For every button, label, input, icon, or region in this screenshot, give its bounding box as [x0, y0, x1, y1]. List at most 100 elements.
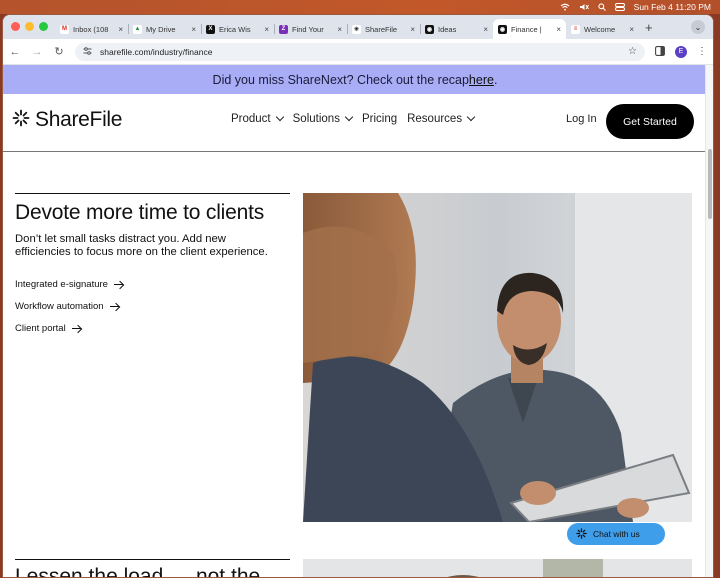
nav-resources[interactable]: Resources: [407, 112, 476, 125]
chevron-down-icon: [344, 112, 354, 122]
hero-title: Devote more time to clients: [15, 201, 265, 224]
hero-description: Don’t let small tasks distract you. Add …: [15, 233, 268, 258]
menu-bar-clock[interactable]: Sun Feb 4 11:20 PM: [634, 2, 711, 12]
close-tab-icon[interactable]: ×: [191, 25, 196, 34]
close-tab-icon[interactable]: ×: [556, 25, 561, 34]
close-tab-icon[interactable]: ×: [337, 25, 342, 34]
nav-pricing[interactable]: Pricing: [362, 113, 397, 125]
browser-tab[interactable]: X Erica Wis ×: [201, 19, 274, 39]
arrow-right-icon: [113, 281, 124, 289]
chevron-down-icon: [466, 112, 476, 122]
browser-toolbar: ← → ↻ sharefile.com/industry/finance ☆ E…: [3, 39, 713, 65]
section2-title: Lessen the load … not the: [15, 565, 261, 578]
arrow-right-icon: [109, 303, 120, 311]
feature-label: Integrated e-signature: [15, 279, 108, 290]
site-info-icon[interactable]: [83, 46, 92, 57]
banner-recap-link[interactable]: here: [469, 73, 494, 87]
tab-label: My Drive: [146, 24, 176, 34]
nav-label: Solutions: [292, 113, 340, 125]
forward-icon[interactable]: →: [31, 46, 43, 58]
browser-tab[interactable]: Z Find Your ×: [274, 19, 347, 39]
hero-divider: [15, 193, 290, 194]
close-window-button[interactable]: [11, 22, 20, 31]
close-tab-icon[interactable]: ×: [629, 25, 634, 34]
ideas-favicon-icon: ◉: [425, 24, 434, 34]
address-bar[interactable]: sharefile.com/industry/finance ☆: [75, 42, 645, 61]
z-favicon-icon: Z: [279, 24, 288, 34]
banner-period: .: [493, 72, 498, 87]
logo-wordmark: ShareFile: [35, 108, 123, 131]
nav-label: Resources: [407, 113, 463, 125]
page-scrollbar[interactable]: [705, 65, 713, 577]
feature-link[interactable]: Workflow automation: [15, 301, 120, 312]
arrow-right-icon: [71, 325, 82, 333]
browser-tab[interactable]: ≡ Welcome ×: [566, 19, 639, 39]
browser-window: M Inbox (108 × ▲ My Drive × X Erica Wis × Z Find Y…: [2, 14, 714, 578]
macos-menu-bar: Sun Feb 4 11:20 PM: [0, 0, 720, 14]
nav-product[interactable]: Product: [231, 112, 284, 125]
tab-label: ShareFile: [365, 24, 398, 34]
nav-label: Pricing: [361, 113, 398, 125]
zoom-window-button[interactable]: [39, 22, 48, 31]
browser-tab[interactable]: ◉ Ideas ×: [420, 19, 493, 39]
login-link[interactable]: Log In: [566, 113, 597, 125]
nav-label: Product: [231, 113, 271, 125]
url-text[interactable]: sharefile.com/industry/finance: [100, 47, 620, 57]
banner-text: Did you miss ShareNext? Check out the re…: [212, 72, 469, 87]
drive-favicon-icon: ▲: [133, 24, 142, 34]
scrollbar-thumb[interactable]: [708, 149, 712, 219]
sharefile-logo[interactable]: ShareFile: [12, 108, 122, 132]
browser-tab[interactable]: ✳ ShareFile ×: [347, 19, 420, 39]
tab-label: Ideas: [438, 24, 457, 34]
tab-label: Finance |: [511, 24, 542, 34]
browser-tab[interactable]: ▲ My Drive ×: [128, 19, 201, 39]
mute-icon[interactable]: [579, 3, 589, 11]
get-started-button[interactable]: Get Started: [606, 104, 694, 139]
tab-label: Inbox (108: [73, 24, 109, 34]
x-favicon-icon: X: [206, 24, 215, 34]
chat-logo-icon: [576, 527, 587, 541]
feature-label: Workflow automation: [15, 301, 104, 312]
control-center-icon[interactable]: [614, 3, 625, 11]
nav-solutions[interactable]: Solutions: [292, 112, 354, 125]
tab-label: Welcome: [584, 24, 616, 34]
sharefile-favicon-icon: ✳: [352, 24, 361, 34]
tab-search-icon[interactable]: ⌄: [691, 20, 705, 34]
more-menu-icon[interactable]: ⋮: [697, 46, 707, 57]
tab-label: Find Your: [292, 24, 324, 34]
browser-tab[interactable]: M Inbox (108 ×: [55, 19, 128, 39]
chevron-down-icon: [275, 112, 284, 122]
section2-divider: [15, 559, 290, 560]
sharefile-logo-icon: [12, 109, 30, 132]
minimize-window-button[interactable]: [25, 22, 34, 31]
page-viewport: Did you miss ShareNext? Check out the re…: [3, 65, 707, 578]
wifi-icon[interactable]: [560, 3, 570, 11]
close-tab-icon[interactable]: ×: [483, 25, 488, 34]
finance-favicon-icon: ◉: [498, 24, 507, 34]
close-tab-icon[interactable]: ×: [118, 25, 123, 34]
announcement-banner: Did you miss ShareNext? Check out the re…: [3, 65, 707, 94]
back-icon[interactable]: ←: [9, 46, 21, 58]
window-controls: [11, 22, 48, 31]
browser-tab[interactable]: ◉ Finance | ×: [493, 19, 566, 39]
tab-strip: M Inbox (108 × ▲ My Drive × X Erica Wis × Z Find Y…: [3, 15, 713, 39]
feature-link[interactable]: Integrated e-signature: [15, 279, 124, 290]
bookmark-star-icon[interactable]: ☆: [628, 46, 637, 57]
chat-label: Chat with us: [593, 529, 640, 539]
feature-link[interactable]: Client portal: [15, 323, 82, 334]
profile-avatar[interactable]: E: [675, 45, 687, 58]
chat-with-us-button[interactable]: Chat with us: [567, 523, 665, 545]
close-tab-icon[interactable]: ×: [264, 25, 269, 34]
search-icon[interactable]: [598, 3, 606, 11]
hero-photo: [303, 193, 692, 522]
reload-icon[interactable]: ↻: [53, 45, 65, 58]
side-panel-icon[interactable]: [655, 43, 665, 61]
section2-photo: [303, 559, 692, 577]
new-tab-icon[interactable]: +: [639, 19, 659, 39]
gmail-favicon-icon: M: [60, 24, 69, 34]
site-header: ShareFile Product Solutions Pricing Resourc…: [3, 94, 707, 152]
feature-label: Client portal: [15, 323, 66, 334]
tab-label: Erica Wis: [219, 24, 251, 34]
close-tab-icon[interactable]: ×: [410, 25, 415, 34]
main-nav: Product Solutions Pricing Resources: [231, 112, 476, 125]
